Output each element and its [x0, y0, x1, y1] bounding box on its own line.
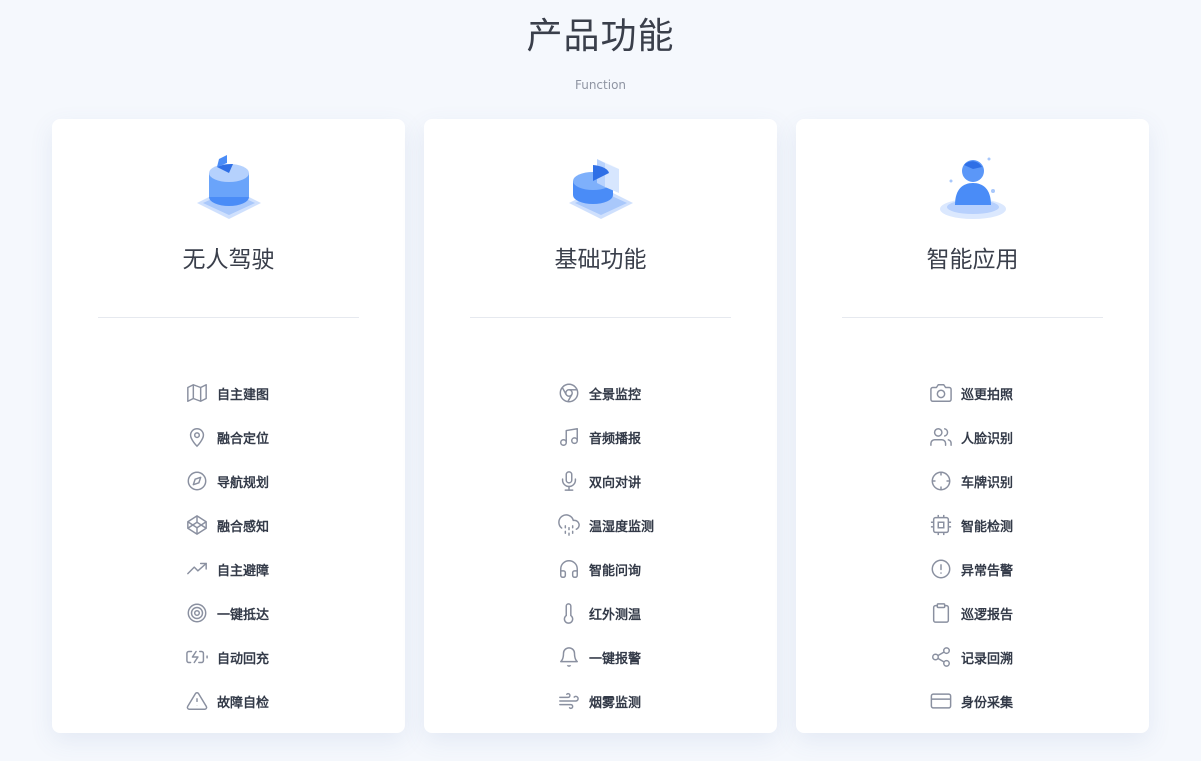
card-autonomous-driving: 无人驾驶 自主建图 融合定位 导航规划 融合感知 自主避障 一键抵达 自动回充 … — [52, 119, 405, 733]
warning-triangle-icon — [186, 690, 208, 712]
compass-icon — [186, 470, 208, 492]
feature-list: 巡更拍照 人脸识别 车牌识别 智能检测 异常告警 巡逻报告 记录回溯 身份采集 — [796, 371, 1149, 723]
pie-chart-illustration-icon — [561, 143, 641, 223]
thermometer-icon — [558, 602, 580, 624]
music-icon — [558, 426, 580, 448]
feature-item[interactable]: 一键报警 — [424, 635, 777, 679]
card-title: 基础功能 — [554, 247, 647, 273]
feature-item[interactable]: 自主避障 — [52, 547, 405, 591]
cylinder-illustration-icon — [189, 143, 269, 223]
feature-item[interactable]: 融合定位 — [52, 415, 405, 459]
card-title: 智能应用 — [926, 247, 1019, 273]
microphone-icon — [558, 470, 580, 492]
feature-item[interactable]: 融合感知 — [52, 503, 405, 547]
feature-item[interactable]: 自动回充 — [52, 635, 405, 679]
feature-item[interactable]: 巡更拍照 — [796, 371, 1149, 415]
crosshair-icon — [930, 470, 952, 492]
credit-card-icon — [930, 690, 952, 712]
feature-label: 巡更拍照 — [961, 387, 1014, 403]
user-avatar-illustration-icon — [933, 143, 1013, 223]
feature-label: 温湿度监测 — [589, 519, 655, 535]
feature-item[interactable]: 身份采集 — [796, 679, 1149, 723]
feature-label: 自主避障 — [217, 563, 270, 579]
map-icon — [186, 382, 208, 404]
camera-icon — [930, 382, 952, 404]
feature-label: 记录回溯 — [961, 651, 1014, 667]
feature-label: 自主建图 — [217, 387, 270, 403]
feature-label: 全景监控 — [589, 387, 642, 403]
clipboard-icon — [930, 602, 952, 624]
feature-item[interactable]: 智能问询 — [424, 547, 777, 591]
wind-icon — [558, 690, 580, 712]
feature-label: 智能问询 — [589, 563, 642, 579]
feature-label: 故障自检 — [217, 695, 270, 711]
feature-label: 自动回充 — [217, 651, 270, 667]
feature-label: 红外测温 — [589, 607, 642, 623]
feature-label: 巡逻报告 — [961, 607, 1014, 623]
feature-label: 一键抵达 — [217, 607, 270, 623]
product-features-page: 产品功能 Function 无人驾驶 自主建图 融合定位 导航规划 融合感知 自… — [0, 0, 1201, 761]
card-title: 无人驾驶 — [182, 247, 275, 273]
codepen-icon — [186, 514, 208, 536]
feature-item[interactable]: 一键抵达 — [52, 591, 405, 635]
feature-item[interactable]: 导航规划 — [52, 459, 405, 503]
feature-item[interactable]: 烟雾监测 — [424, 679, 777, 723]
battery-charging-icon — [186, 646, 208, 668]
trending-up-icon — [186, 558, 208, 580]
feature-list: 全景监控 音频播报 双向对讲 温湿度监测 智能问询 红外测温 一键报警 烟雾监测 — [424, 371, 777, 723]
feature-item[interactable]: 巡逻报告 — [796, 591, 1149, 635]
divider — [842, 317, 1103, 318]
feature-item[interactable]: 故障自检 — [52, 679, 405, 723]
feature-item[interactable]: 记录回溯 — [796, 635, 1149, 679]
page-subtitle: Function — [574, 78, 627, 92]
feature-label: 身份采集 — [961, 695, 1014, 711]
feature-label: 智能检测 — [961, 519, 1014, 535]
users-icon — [930, 426, 952, 448]
feature-item[interactable]: 红外测温 — [424, 591, 777, 635]
cloud-drizzle-icon — [558, 514, 580, 536]
page-title: 产品功能 — [526, 16, 675, 57]
divider — [470, 317, 731, 318]
feature-item[interactable]: 温湿度监测 — [424, 503, 777, 547]
feature-label: 异常告警 — [961, 563, 1014, 579]
feature-label: 双向对讲 — [589, 475, 642, 491]
target-icon — [186, 602, 208, 624]
feature-item[interactable]: 异常告警 — [796, 547, 1149, 591]
feature-label: 烟雾监测 — [589, 695, 642, 711]
card-basic-functions: 基础功能 全景监控 音频播报 双向对讲 温湿度监测 智能问询 红外测温 一键报警… — [424, 119, 777, 733]
feature-label: 融合感知 — [217, 519, 270, 535]
share-icon — [930, 646, 952, 668]
cpu-icon — [930, 514, 952, 536]
feature-item[interactable]: 双向对讲 — [424, 459, 777, 503]
feature-item[interactable]: 车牌识别 — [796, 459, 1149, 503]
location-pin-icon — [186, 426, 208, 448]
feature-label: 车牌识别 — [961, 475, 1014, 491]
feature-item[interactable]: 全景监控 — [424, 371, 777, 415]
feature-label: 人脸识别 — [961, 431, 1014, 447]
feature-label: 一键报警 — [589, 651, 642, 667]
feature-label: 融合定位 — [217, 431, 270, 447]
bell-icon — [558, 646, 580, 668]
feature-item[interactable]: 人脸识别 — [796, 415, 1149, 459]
feature-label: 音频播报 — [589, 431, 642, 447]
divider — [98, 317, 359, 318]
feature-item[interactable]: 自主建图 — [52, 371, 405, 415]
feature-item[interactable]: 音频播报 — [424, 415, 777, 459]
feature-cards: 无人驾驶 自主建图 融合定位 导航规划 融合感知 自主避障 一键抵达 自动回充 … — [52, 119, 1149, 733]
chrome-icon — [558, 382, 580, 404]
headphones-icon — [558, 558, 580, 580]
feature-label: 导航规划 — [217, 475, 270, 491]
card-smart-applications: 智能应用 巡更拍照 人脸识别 车牌识别 智能检测 异常告警 巡逻报告 记录回溯 … — [796, 119, 1149, 733]
feature-list: 自主建图 融合定位 导航规划 融合感知 自主避障 一键抵达 自动回充 故障自检 — [52, 371, 405, 723]
alert-circle-icon — [930, 558, 952, 580]
feature-item[interactable]: 智能检测 — [796, 503, 1149, 547]
